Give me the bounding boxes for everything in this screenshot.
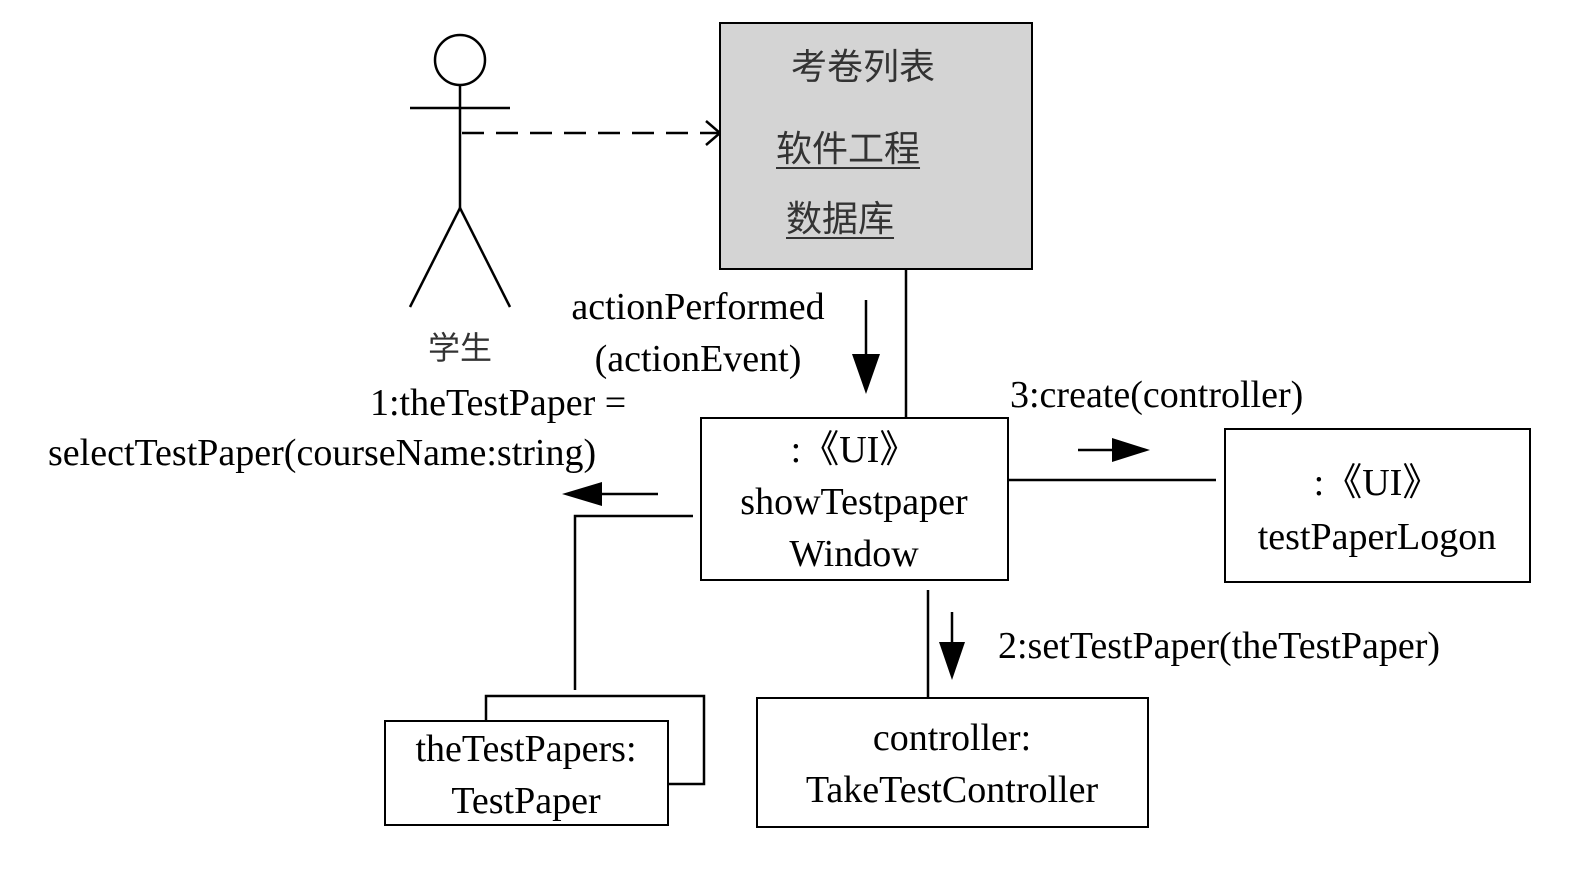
set-message-label: 2:setTestPaper(theTestPaper)	[998, 625, 1441, 667]
show-window-name-line1: showTestpaper	[740, 481, 968, 523]
test-paper-logon-object: :《UI》 testPaperLogon	[1224, 428, 1531, 583]
screen-item-database[interactable]: 数据库	[786, 202, 894, 238]
set-arrow	[939, 612, 965, 680]
test-papers-object: theTestPapers: TestPaper	[384, 720, 669, 826]
actor-label: 学生	[428, 329, 493, 367]
controller-name-line1: controller:	[872, 717, 1032, 759]
window-testpapers-link	[573, 514, 693, 690]
test-papers-name-line2: TestPaper	[451, 780, 601, 822]
screen-title: 考卷列表	[791, 47, 936, 88]
actor-to-screen-dashed-arrow	[462, 120, 722, 146]
select-arrow	[562, 482, 658, 506]
test-paper-list-screen: 考卷列表 软件工程 数据库	[719, 22, 1033, 270]
test-papers-name-line1: theTestPapers:	[415, 728, 637, 770]
create-message-label: 3:create(controller)	[1010, 374, 1304, 416]
action-performed-arrow	[852, 300, 880, 394]
select-message-line1: 1:theTestPaper =	[370, 382, 627, 424]
screen-item-software-engineering[interactable]: 软件工程	[776, 132, 920, 168]
action-performed-line1: actionPerformed	[571, 286, 825, 328]
action-performed-label: actionPerformed (actionEvent)	[548, 288, 848, 378]
logon-name: testPaperLogon	[1257, 516, 1497, 558]
create-arrow	[1078, 438, 1150, 462]
controller-name-line2: TakeTestController	[805, 769, 1099, 811]
select-message-line2: selectTestPaper(courseName:string)	[48, 432, 597, 474]
logon-stereotype: :《UI》	[1313, 462, 1441, 504]
show-window-stereotype: :《UI》	[790, 429, 918, 471]
show-window-name-line2: Window	[789, 533, 919, 575]
action-performed-line2: (actionEvent)	[594, 338, 802, 380]
show-testpaper-window-object: :《UI》 showTestpaper Window	[700, 417, 1009, 581]
controller-object: controller: TakeTestController	[756, 697, 1149, 828]
actor-figure	[408, 33, 512, 308]
